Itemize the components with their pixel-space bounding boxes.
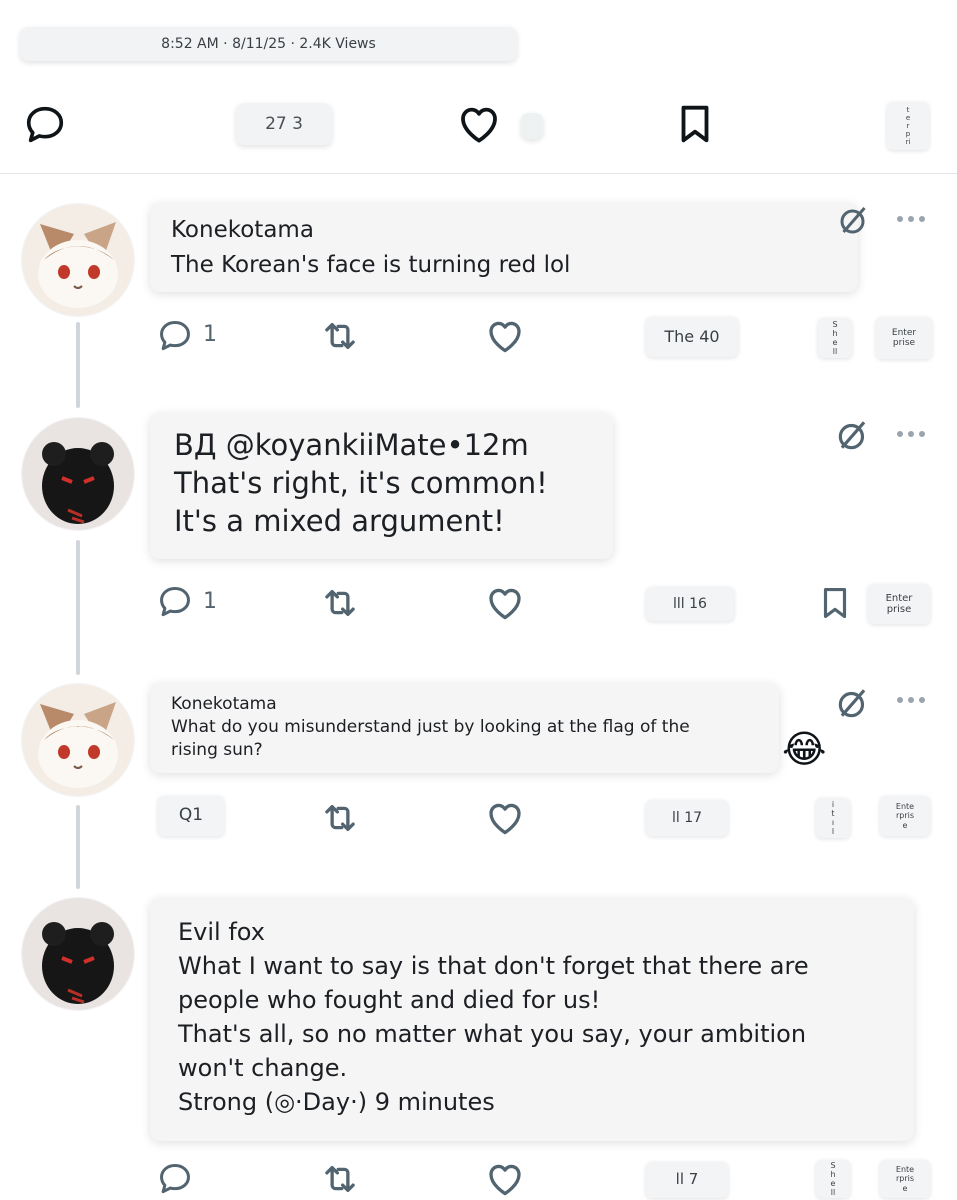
section-divider bbox=[0, 173, 957, 174]
more-icon[interactable] bbox=[897, 216, 925, 222]
reply-bubble: ВД @koyankiiMate•12m That's right, it's … bbox=[150, 413, 613, 559]
views-pill[interactable]: ll 7 bbox=[646, 1162, 728, 1198]
reply-text: That's right, it's common! bbox=[174, 466, 548, 500]
views-pill[interactable]: ll 17 bbox=[646, 800, 728, 836]
like-icon[interactable] bbox=[455, 100, 503, 148]
repost-icon[interactable] bbox=[318, 315, 362, 357]
share-pill[interactable]: Sh e ll bbox=[818, 318, 852, 358]
reply-text: rising sun? bbox=[171, 740, 263, 760]
reply-count: 1 bbox=[203, 589, 217, 614]
grok-icon[interactable] bbox=[834, 684, 872, 722]
enterprise-pill[interactable]: Ente rpris e bbox=[880, 796, 930, 836]
reply-icon[interactable] bbox=[22, 102, 68, 148]
avatar[interactable] bbox=[22, 418, 134, 530]
bookmark-icon[interactable] bbox=[672, 100, 718, 148]
reply-icon[interactable] bbox=[156, 317, 194, 355]
repost-icon[interactable] bbox=[318, 582, 362, 624]
reply-text: The Korean's face is turning red lol bbox=[171, 252, 571, 278]
share-pill[interactable]: t e r p ri bbox=[887, 102, 929, 150]
reply-text: Strong (◎·Day·) 9 minutes bbox=[178, 1088, 495, 1116]
like-icon[interactable] bbox=[484, 582, 526, 624]
reply-author: Konekotama bbox=[171, 217, 314, 243]
like-icon[interactable] bbox=[484, 1158, 526, 1200]
like-icon[interactable] bbox=[484, 315, 526, 357]
grok-icon[interactable] bbox=[836, 202, 872, 238]
reply-pill[interactable]: Q1 bbox=[158, 796, 224, 836]
enterprise-pill[interactable]: Ente rpris e bbox=[880, 1160, 930, 1198]
more-icon[interactable] bbox=[897, 431, 925, 437]
thread-line bbox=[76, 540, 80, 675]
avatar[interactable] bbox=[22, 684, 134, 796]
bookmark-icon[interactable] bbox=[816, 582, 854, 624]
share-pill[interactable]: itıl bbox=[816, 798, 850, 838]
more-icon[interactable] bbox=[897, 697, 925, 703]
repost-icon[interactable] bbox=[318, 1158, 362, 1200]
reply-bubble: Konekotama What do you misunderstand jus… bbox=[150, 683, 779, 773]
reply-text: What I want to say is that don't forget … bbox=[178, 952, 809, 980]
repost-icon[interactable] bbox=[318, 797, 362, 839]
laughing-emoji: 😂 bbox=[782, 727, 827, 771]
views-pill[interactable]: The 40 bbox=[646, 317, 738, 357]
reply-icon[interactable] bbox=[156, 1160, 194, 1198]
avatar[interactable] bbox=[22, 898, 134, 1010]
reply-bubble: Evil fox What I want to say is that don'… bbox=[150, 898, 914, 1141]
like-icon[interactable] bbox=[484, 797, 526, 839]
reply-author: Evil fox bbox=[178, 918, 265, 946]
thread-line bbox=[76, 322, 80, 408]
like-count-pill bbox=[521, 113, 543, 139]
reply-text: That's all, so no matter what you say, y… bbox=[178, 1020, 807, 1048]
thread-line bbox=[76, 805, 80, 889]
repost-count-pill[interactable]: 27 3 bbox=[236, 103, 332, 145]
reply-text: won't change. bbox=[178, 1054, 348, 1082]
enterprise-pill[interactable]: Enter prise bbox=[868, 584, 930, 624]
views-pill[interactable]: lll 16 bbox=[646, 587, 734, 621]
reply-text: It's a mixed argument! bbox=[174, 504, 505, 538]
grok-icon[interactable] bbox=[834, 416, 872, 454]
share-pill[interactable]: Sh e ll bbox=[816, 1160, 850, 1198]
enterprise-pill[interactable]: Enter prise bbox=[876, 317, 932, 359]
reply-author: ВД @koyankiiMate•12m bbox=[174, 428, 529, 462]
post-meta: 8:52 AM · 8/11/25 · 2.4K Views bbox=[20, 27, 517, 61]
reply-author: Konekotama bbox=[171, 694, 277, 714]
reply-bubble: Konekotama The Korean's face is turning … bbox=[150, 203, 858, 292]
avatar[interactable] bbox=[22, 204, 134, 316]
reply-count: 1 bbox=[203, 322, 217, 347]
reply-icon[interactable] bbox=[156, 583, 194, 621]
reply-text: What do you misunderstand just by lookin… bbox=[171, 717, 690, 737]
reply-text: people who fought and died for us! bbox=[178, 986, 601, 1014]
